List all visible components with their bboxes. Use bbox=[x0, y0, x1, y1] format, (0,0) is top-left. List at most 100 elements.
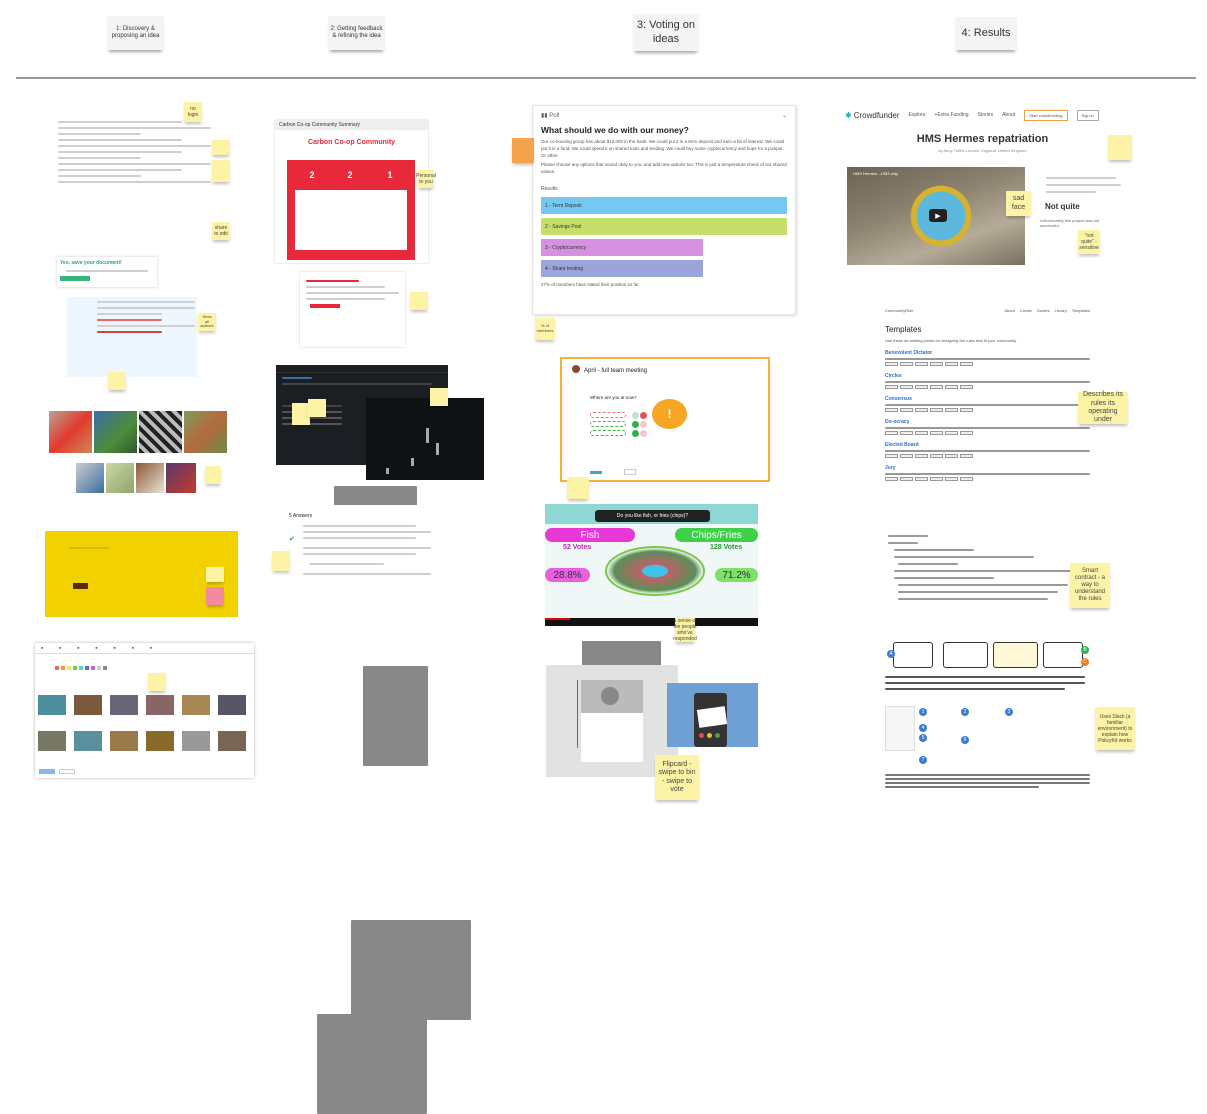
template-link[interactable]: Do-ocracy bbox=[885, 419, 1090, 425]
template-tag[interactable] bbox=[960, 431, 973, 435]
templates-nav-item[interactable]: About bbox=[1004, 308, 1014, 313]
vote-option[interactable] bbox=[590, 430, 626, 436]
vote-button[interactable] bbox=[624, 469, 636, 475]
sticky-small-12 bbox=[272, 551, 290, 571]
template-link[interactable]: Elected Board bbox=[885, 442, 1090, 448]
template-tag[interactable] bbox=[915, 431, 928, 435]
template-tag[interactable] bbox=[885, 477, 898, 481]
photo-bw bbox=[139, 411, 182, 453]
thumbnail[interactable] bbox=[38, 695, 66, 715]
template-tag[interactable] bbox=[900, 385, 913, 389]
template-tag[interactable] bbox=[960, 408, 973, 412]
sticky-personal-to-you: Personal to you bbox=[416, 170, 436, 188]
vote-option[interactable] bbox=[590, 412, 626, 418]
template-tag[interactable] bbox=[945, 477, 958, 481]
thumbnail[interactable] bbox=[182, 731, 210, 751]
template-tag[interactable] bbox=[900, 454, 913, 458]
thumbnail[interactable] bbox=[38, 731, 66, 751]
template-tag[interactable] bbox=[915, 454, 928, 458]
stage-2-card: 2: Getting feedback & refining the idea bbox=[328, 16, 385, 50]
submit-button[interactable] bbox=[73, 583, 88, 589]
nav-about[interactable]: About bbox=[1002, 112, 1015, 118]
template-tag[interactable] bbox=[915, 477, 928, 481]
template-tag[interactable] bbox=[930, 454, 943, 458]
template-tag[interactable] bbox=[885, 385, 898, 389]
template-tag[interactable] bbox=[960, 385, 973, 389]
sticky-sees-authors: Sees all authors bbox=[198, 313, 216, 331]
template-tag[interactable] bbox=[900, 362, 913, 366]
template-tag[interactable] bbox=[915, 385, 928, 389]
template-tag[interactable] bbox=[885, 362, 898, 366]
thumbnail[interactable] bbox=[74, 695, 102, 715]
crowdfunder-logo[interactable]: ✱ Crowdfunder bbox=[845, 111, 900, 120]
template-tag[interactable] bbox=[900, 431, 913, 435]
template-tag[interactable] bbox=[960, 454, 973, 458]
avatar bbox=[572, 365, 580, 373]
start-crowdfunding-button[interactable]: Start crowdfunding bbox=[1024, 109, 1068, 121]
thumbnail[interactable] bbox=[110, 695, 138, 715]
template-link[interactable]: Jury bbox=[885, 465, 1090, 471]
template-tag[interactable] bbox=[960, 477, 973, 481]
nav-explore[interactable]: Explore bbox=[909, 112, 926, 118]
thumbnail[interactable] bbox=[146, 695, 174, 715]
save-prompt-title: Yes, save your document! bbox=[60, 260, 122, 266]
template-tag[interactable] bbox=[930, 385, 943, 389]
sticky-share-to-edit: share to edit bbox=[212, 222, 230, 240]
cancel-button[interactable] bbox=[59, 769, 75, 774]
save-button[interactable] bbox=[60, 276, 90, 281]
project-video[interactable]: HMS Hermes - 1953 ship ▶ bbox=[847, 167, 1025, 265]
diagram-box bbox=[993, 642, 1038, 668]
vote-dot bbox=[632, 430, 639, 437]
template-tag[interactable] bbox=[915, 408, 928, 412]
thumbnail[interactable] bbox=[182, 695, 210, 715]
template-tag[interactable] bbox=[930, 431, 943, 435]
game-option-chips[interactable]: Chips/Fries bbox=[675, 528, 758, 542]
vote-option[interactable] bbox=[590, 421, 626, 427]
template-link[interactable]: Benevolent Dictator bbox=[885, 350, 1090, 356]
template-tag[interactable] bbox=[945, 454, 958, 458]
templates-nav-item[interactable]: Guides bbox=[1037, 308, 1050, 313]
templates-nav-item[interactable]: Templates bbox=[1072, 308, 1090, 313]
template-tag[interactable] bbox=[885, 408, 898, 412]
video-progress[interactable] bbox=[545, 618, 570, 620]
nav-stories[interactable]: Stories bbox=[978, 112, 994, 118]
vote-link[interactable] bbox=[590, 471, 602, 474]
template-link[interactable]: Circles bbox=[885, 373, 1090, 379]
sign-in-button[interactable]: Sign in bbox=[1076, 109, 1099, 121]
template-tag[interactable] bbox=[960, 362, 973, 366]
nav-extra-funding[interactable]: +Extra Funding bbox=[934, 112, 968, 118]
poll-description: Our co-housing group has about $10,000 i… bbox=[541, 139, 784, 158]
photo-sign bbox=[76, 463, 104, 493]
template-tags bbox=[885, 362, 1090, 366]
template-tag[interactable] bbox=[885, 454, 898, 458]
templates-nav-item[interactable]: Create bbox=[1020, 308, 1032, 313]
poll-result-bar: 4 - Share lending bbox=[541, 260, 704, 278]
template-tag[interactable] bbox=[915, 362, 928, 366]
template-tag[interactable] bbox=[945, 408, 958, 412]
template-link[interactable]: Consensus bbox=[885, 396, 1090, 402]
template-tag[interactable] bbox=[900, 408, 913, 412]
thumbnail[interactable] bbox=[218, 731, 246, 751]
template-tag[interactable] bbox=[930, 408, 943, 412]
video-controls[interactable] bbox=[545, 618, 758, 626]
photo-tomatoes bbox=[49, 411, 92, 453]
template-tag[interactable] bbox=[945, 385, 958, 389]
collapse-chevron-icon[interactable]: ⌄ bbox=[782, 112, 787, 119]
thumbnail[interactable] bbox=[74, 731, 102, 751]
template-tag[interactable] bbox=[885, 431, 898, 435]
template-tag[interactable] bbox=[945, 431, 958, 435]
stage-4-card: 4: Results bbox=[955, 17, 1017, 50]
templates-brand[interactable]: CommunityRule bbox=[885, 308, 913, 313]
template-tag[interactable] bbox=[930, 362, 943, 366]
image-chooser-tabs[interactable]: ■ ■ ■ ■ ■ ■ ■ bbox=[35, 643, 254, 654]
templates-nav-item[interactable]: Library bbox=[1055, 308, 1067, 313]
template-tag[interactable] bbox=[945, 362, 958, 366]
thumbnail[interactable] bbox=[146, 731, 174, 751]
game-option-fish[interactable]: Fish bbox=[545, 528, 635, 542]
thumbnail[interactable] bbox=[110, 731, 138, 751]
select-button[interactable] bbox=[39, 769, 55, 774]
template-tag[interactable] bbox=[900, 477, 913, 481]
thumbnail[interactable] bbox=[218, 695, 246, 715]
play-icon[interactable]: ▶ bbox=[929, 209, 947, 222]
template-tag[interactable] bbox=[930, 477, 943, 481]
